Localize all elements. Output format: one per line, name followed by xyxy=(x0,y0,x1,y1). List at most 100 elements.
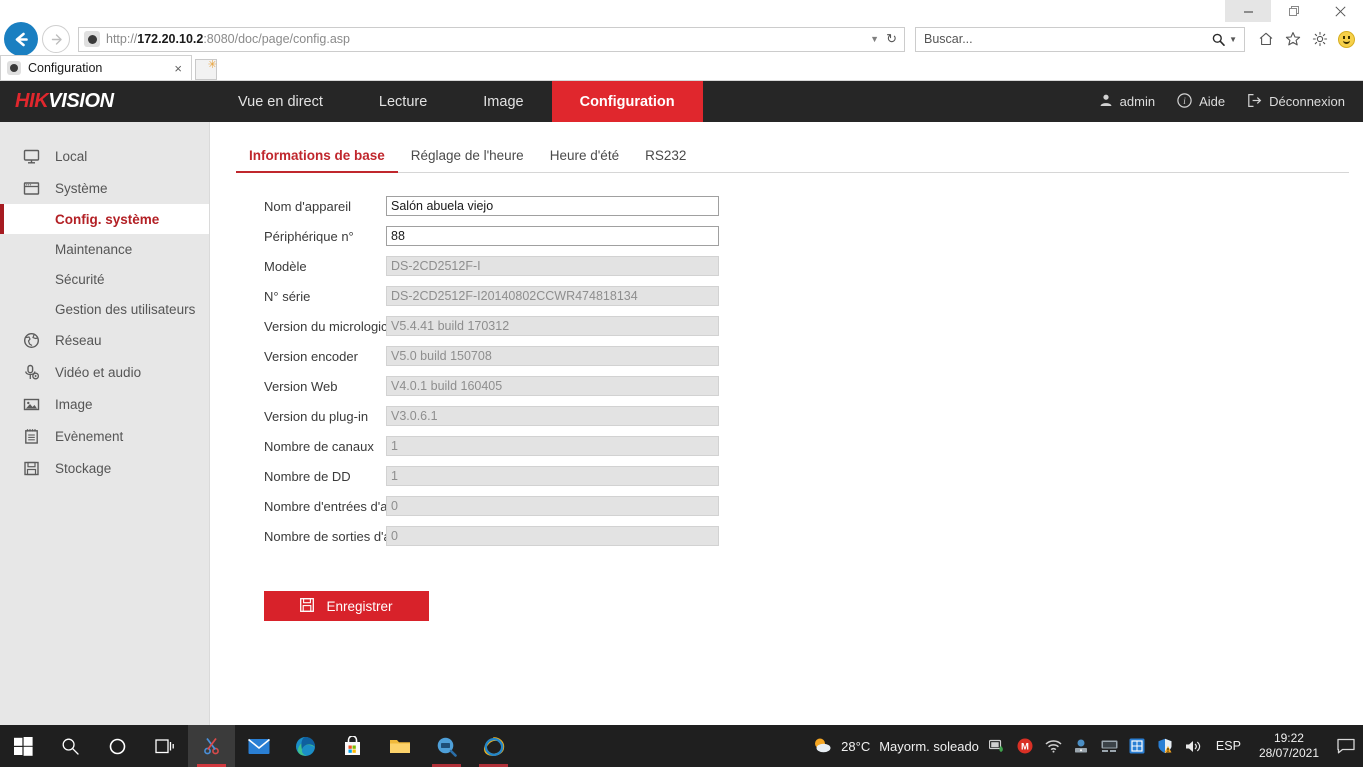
window-icon xyxy=(22,179,41,198)
windows-taskbar: 28°C Mayorm. soleado M xyxy=(0,725,1363,767)
logout-label: Déconnexion xyxy=(1269,94,1345,109)
store-button[interactable] xyxy=(329,725,376,767)
search-button[interactable] xyxy=(47,725,94,767)
tab-time-settings[interactable]: Réglage de l'heure xyxy=(398,148,537,172)
field-row-alarm-output-count: Nombre de sorties d'alarme 0 xyxy=(236,521,1363,551)
logout-button[interactable]: Déconnexion xyxy=(1247,93,1345,111)
mail-button[interactable] xyxy=(235,725,282,767)
address-bar[interactable]: http://172.20.10.2:8080/doc/page/config.… xyxy=(78,27,905,52)
sidebar-item-label: Réseau xyxy=(55,333,102,348)
favorites-star-icon[interactable] xyxy=(1284,30,1302,48)
display-icon[interactable] xyxy=(1101,738,1118,755)
weather-widget[interactable]: 28°C Mayorm. soleado xyxy=(812,736,979,757)
channel-count-value: 1 xyxy=(386,436,719,456)
clock-time: 19:22 xyxy=(1259,731,1319,746)
field-label: Nom d'appareil xyxy=(236,199,386,214)
taskbar-buttons xyxy=(0,725,517,767)
blue-app-icon[interactable] xyxy=(1129,738,1146,755)
info-icon: i xyxy=(1177,93,1192,111)
search-dropdown-icon[interactable]: ▼ xyxy=(1229,35,1244,44)
browser-toolbar-icons xyxy=(1257,30,1355,48)
sidebar-item-security[interactable]: Sécurité xyxy=(0,264,209,294)
header-right-actions: admin i Aide Déconnexion xyxy=(1099,81,1363,122)
start-button[interactable] xyxy=(0,725,47,767)
search-input[interactable]: Buscar... xyxy=(916,32,1212,46)
tab-basic-information[interactable]: Informations de base xyxy=(236,148,398,172)
snipping-tool-button[interactable] xyxy=(188,725,235,767)
sidebar-item-event[interactable]: Evènement xyxy=(0,420,209,452)
new-tab-button[interactable]: ✳ xyxy=(195,59,217,80)
nav-item-playback[interactable]: Lecture xyxy=(351,81,455,122)
save-button[interactable]: Enregistrer xyxy=(264,591,429,621)
device-name-input[interactable]: Salón abuela viejo xyxy=(386,196,719,216)
nav-item-picture[interactable]: Image xyxy=(455,81,551,122)
field-label: Nombre de sorties d'alarme xyxy=(236,529,386,544)
basic-info-form: Nom d'appareil Salón abuela viejo Périph… xyxy=(236,191,1363,551)
tab-dst[interactable]: Heure d'été xyxy=(537,148,632,172)
nav-item-configuration[interactable]: Configuration xyxy=(552,81,703,122)
device-no-input[interactable]: 88 xyxy=(386,226,719,246)
language-indicator[interactable]: ESP xyxy=(1212,739,1245,753)
edge-button[interactable] xyxy=(282,725,329,767)
security-shield-icon[interactable] xyxy=(1157,738,1174,755)
network-share-icon[interactable] xyxy=(1073,738,1090,755)
sidebar-item-user-management[interactable]: Gestion des utilisateurs xyxy=(0,294,209,324)
sidebar: Local Système Config. système Maintenanc… xyxy=(0,122,210,754)
browser-tab[interactable]: Configuration × xyxy=(0,55,192,80)
sidebar-item-video-audio[interactable]: Vidéo et audio xyxy=(0,356,209,388)
current-user[interactable]: admin xyxy=(1099,93,1155,110)
smiley-feedback-icon[interactable] xyxy=(1338,31,1355,48)
hikvision-app: HIKVISION Vue en direct Lecture Image Co… xyxy=(0,81,1363,754)
sidebar-item-image[interactable]: Image xyxy=(0,388,209,420)
clock[interactable]: 19:22 28/07/2021 xyxy=(1255,731,1323,761)
field-label: Périphérique n° xyxy=(236,229,386,244)
address-dropdown-icon[interactable]: ▼ xyxy=(863,34,886,44)
sidebar-item-local[interactable]: Local xyxy=(0,140,209,172)
settings-gear-icon[interactable] xyxy=(1311,30,1329,48)
field-row-device-no: Périphérique n° 88 xyxy=(236,221,1363,251)
logo-vision-text: VISION xyxy=(48,90,113,113)
help-button[interactable]: i Aide xyxy=(1177,93,1225,111)
cortana-button[interactable] xyxy=(94,725,141,767)
tab-close-icon[interactable]: × xyxy=(171,61,185,76)
field-label: Nombre de canaux xyxy=(236,439,386,454)
forward-button[interactable] xyxy=(42,25,70,53)
volume-icon[interactable] xyxy=(1185,738,1202,755)
back-button[interactable] xyxy=(4,22,38,56)
logo-hik-text: HIK xyxy=(15,90,48,113)
sidebar-item-system-settings[interactable]: Config. système xyxy=(0,204,209,234)
firmware-version-value: V5.4.41 build 170312 xyxy=(386,316,719,336)
explorer-button[interactable] xyxy=(376,725,423,767)
field-row-channel-count: Nombre de canaux 1 xyxy=(236,431,1363,461)
screen-capture-icon[interactable] xyxy=(989,738,1006,755)
sidebar-item-maintenance[interactable]: Maintenance xyxy=(0,234,209,264)
system-tray: 28°C Mayorm. soleado M xyxy=(812,731,1363,761)
field-label: N° série xyxy=(236,289,386,304)
restore-button[interactable] xyxy=(1271,0,1317,22)
close-button[interactable] xyxy=(1317,0,1363,22)
task-view-button[interactable] xyxy=(141,725,188,767)
sidebar-item-storage[interactable]: Stockage xyxy=(0,452,209,484)
reload-icon[interactable]: ↻ xyxy=(886,31,904,47)
search-bar[interactable]: Buscar... ▼ xyxy=(915,27,1245,52)
gmail-icon[interactable]: M xyxy=(1017,738,1034,755)
sidebar-item-system[interactable]: Système xyxy=(0,172,209,204)
wifi-icon[interactable] xyxy=(1045,738,1062,755)
minimize-button[interactable] xyxy=(1225,0,1271,22)
field-label: Nombre de DD xyxy=(236,469,386,484)
field-row-plugin-version: Version du plug-in V3.0.6.1 xyxy=(236,401,1363,431)
search-icon[interactable] xyxy=(1212,33,1229,46)
internet-explorer-button[interactable] xyxy=(470,725,517,767)
home-icon[interactable] xyxy=(1257,30,1275,48)
logout-icon xyxy=(1247,93,1262,111)
tab-rs232[interactable]: RS232 xyxy=(632,148,699,172)
notification-icon[interactable] xyxy=(1333,738,1355,754)
nav-item-live-view[interactable]: Vue en direct xyxy=(210,81,351,122)
sidebar-item-network[interactable]: Réseau xyxy=(0,324,209,356)
app-header: HIKVISION Vue en direct Lecture Image Co… xyxy=(0,81,1363,122)
tab-favicon-icon xyxy=(7,61,21,75)
save-label: Enregistrer xyxy=(326,599,392,614)
search-app-button[interactable] xyxy=(423,725,470,767)
globe-icon xyxy=(22,331,41,350)
weather-temperature: 28°C xyxy=(841,739,870,754)
